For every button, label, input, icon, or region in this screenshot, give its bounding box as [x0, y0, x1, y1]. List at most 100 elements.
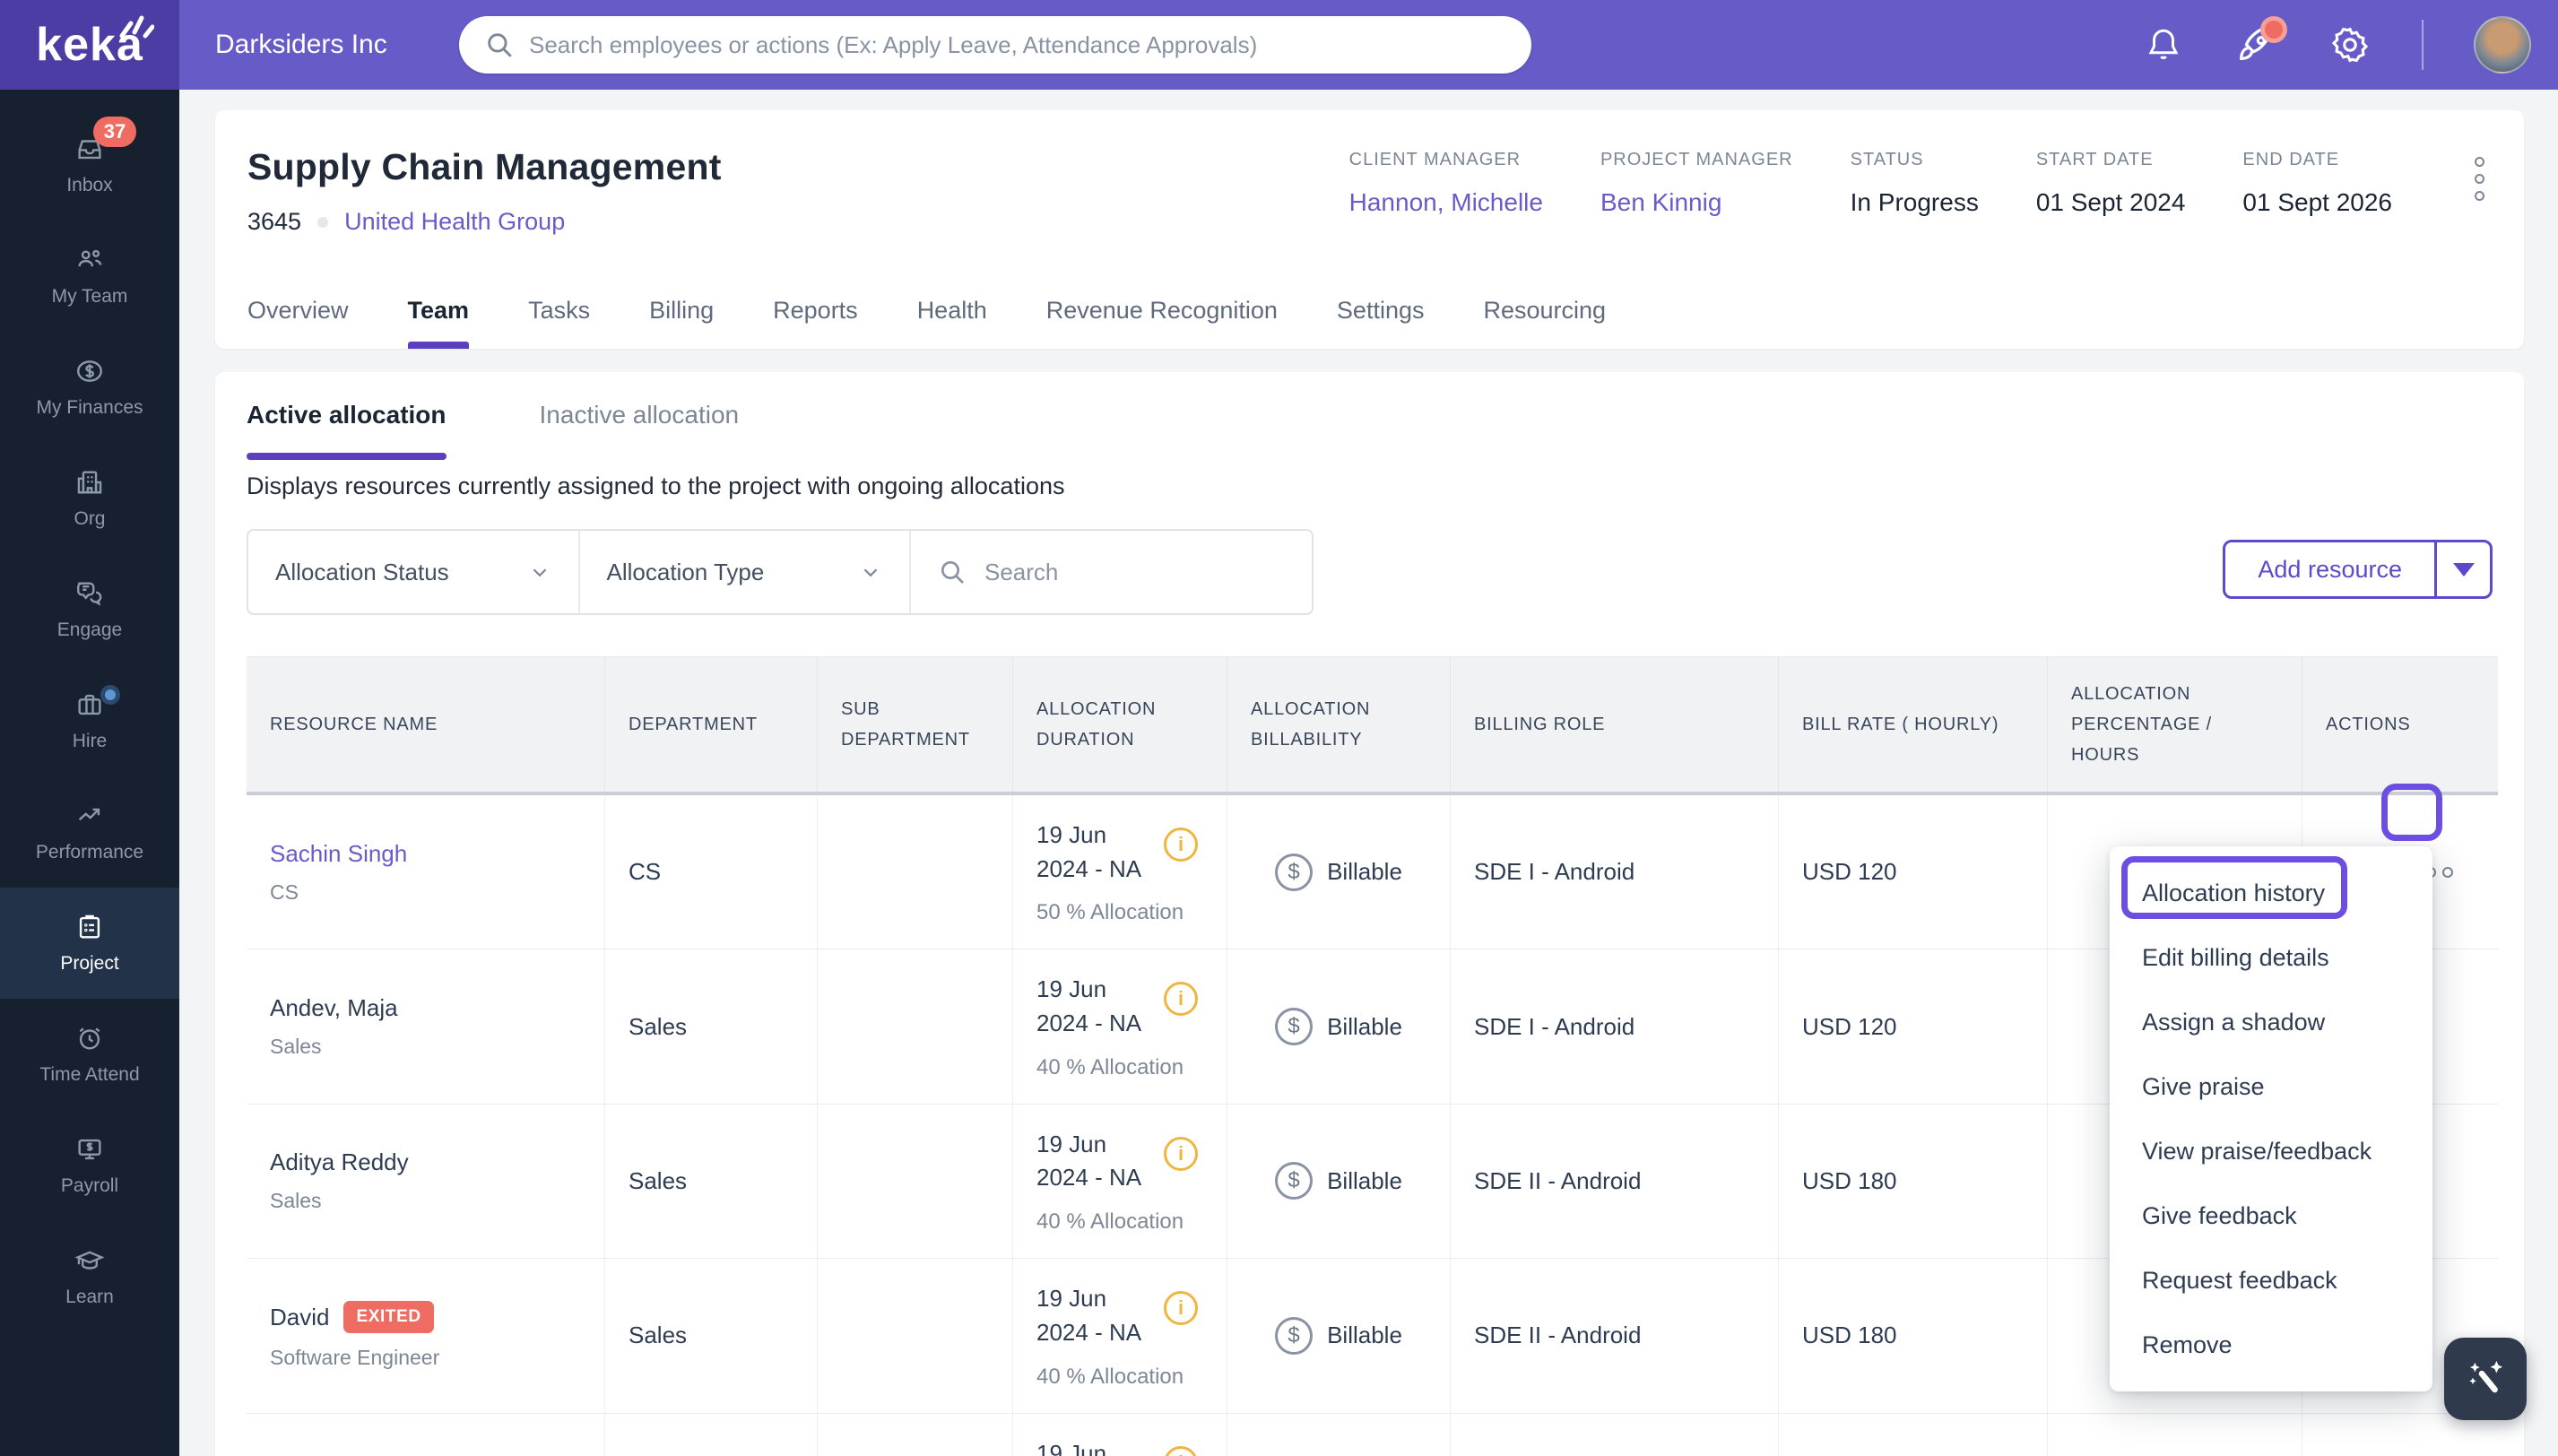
sidebar-item-label: Engage	[56, 620, 123, 640]
table-row: Emily Johnson Graphics Designer Product.…	[247, 1413, 2498, 1456]
resource-name[interactable]: David EXITED	[270, 1301, 581, 1334]
tab-overview[interactable]: Overview	[247, 272, 349, 349]
table-search-box[interactable]	[911, 531, 1312, 613]
menu-item-assign-a-shadow[interactable]: Assign a shadow	[2110, 990, 2432, 1054]
sidebar-item-org[interactable]: Org	[0, 443, 179, 554]
allocation-type-dropdown[interactable]: Allocation Type	[580, 531, 911, 613]
topbar: keka Darksiders Inc	[0, 0, 2558, 90]
resource-name[interactable]: Andev, Maja	[270, 994, 581, 1022]
bell-icon[interactable]	[2142, 23, 2185, 66]
magic-wand-button[interactable]	[2444, 1338, 2527, 1420]
sidebar-item-my-team[interactable]: My Team	[0, 221, 179, 332]
info-icon[interactable]: i	[1164, 828, 1198, 862]
meta-label: END DATE	[2242, 150, 2340, 169]
info-icon[interactable]: i	[1164, 982, 1198, 1017]
building-icon	[77, 471, 102, 494]
menu-item-allocation-history[interactable]: Allocation history	[2110, 861, 2432, 925]
project-manager-link[interactable]: Ben Kinnig	[1600, 188, 1793, 217]
info-icon[interactable]: i	[1164, 1445, 1198, 1456]
avatar[interactable]	[2474, 16, 2531, 74]
resource-name[interactable]: Aditya Reddy	[270, 1148, 581, 1176]
global-search[interactable]	[459, 16, 1531, 74]
trend-icon	[78, 808, 100, 821]
menu-item-give-feedback[interactable]: Give feedback	[2110, 1183, 2432, 1248]
sidebar-item-my-finances[interactable]: My Finances	[0, 332, 179, 443]
sidebar-item-label: Time Attend	[39, 1064, 140, 1085]
sidebar-item-label: Org	[74, 508, 106, 529]
subtab-active-allocation[interactable]: Active allocation	[247, 401, 447, 460]
menu-item-remove[interactable]: Remove	[2110, 1313, 2432, 1377]
client-manager-link[interactable]: Hannon, Michelle	[1349, 188, 1543, 217]
sidebar-item-performance[interactable]: Performance	[0, 776, 179, 888]
sidebar-item-label: Hire	[72, 731, 108, 751]
rocket-icon[interactable]	[2235, 16, 2287, 66]
allocation-status-dropdown[interactable]: Allocation Status	[248, 531, 580, 613]
search-icon	[941, 561, 964, 584]
sidebar-item-label: My Team	[51, 286, 128, 307]
keka-logo[interactable]: keka	[0, 0, 179, 90]
table-header-row: RESOURCE NAME DEPARTMENT SUB DEPARTMENT …	[247, 656, 2498, 795]
add-resource-button[interactable]: Add resource	[2223, 540, 2493, 599]
sidebar-item-project[interactable]: Project	[0, 888, 179, 999]
company-name: Darksiders Inc	[215, 30, 387, 59]
alarm-icon	[79, 1027, 100, 1050]
resource-subtitle: Software Engineer	[270, 1346, 440, 1370]
subtab-inactive-allocation[interactable]: Inactive allocation	[540, 401, 740, 460]
duration-value: 19 Jun 2024 - NA	[1036, 821, 1142, 882]
tab-tasks[interactable]: Tasks	[528, 272, 590, 349]
chat-icon	[77, 582, 102, 606]
client-link[interactable]: United Health Group	[344, 208, 565, 236]
resource-subtitle: CS	[270, 880, 299, 904]
resource-name-link[interactable]: Sachin Singh	[270, 840, 581, 868]
duration-value: 19 Jun 2024 - NA	[1036, 975, 1142, 1037]
status-value: In Progress	[1850, 188, 1979, 216]
allocation-percent: 40 % Allocation	[1036, 1209, 1184, 1235]
meta-start-date: START DATE 01 Sept 2024	[2036, 150, 2186, 236]
hire-indicator-dot	[100, 685, 120, 705]
info-icon[interactable]: i	[1164, 1291, 1198, 1326]
sidebar-item-engage[interactable]: Engage	[0, 554, 179, 665]
bill-rate-value: USD 180	[1802, 1166, 1897, 1194]
allocation-type-label: Allocation Type	[606, 558, 765, 585]
add-resource-dropdown-toggle[interactable]	[2434, 542, 2490, 596]
sidebar-item-label: Project	[60, 953, 119, 974]
topbar-divider	[2422, 20, 2424, 70]
table-search-input[interactable]	[984, 558, 1285, 586]
rocket-notification-dot	[2260, 16, 2287, 43]
sidebar-item-payroll[interactable]: Payroll	[0, 1110, 179, 1221]
sidebar-item-inbox[interactable]: Inbox 37	[0, 109, 179, 221]
global-search-input[interactable]	[529, 30, 1506, 59]
bill-rate-value: USD 180	[1802, 1322, 1897, 1349]
gear-icon[interactable]	[2328, 23, 2372, 66]
sidebar-item-time-attend[interactable]: Time Attend	[0, 999, 179, 1110]
project-kebab-menu-icon[interactable]	[2475, 150, 2484, 236]
tab-resourcing[interactable]: Resourcing	[1483, 272, 1606, 349]
menu-item-view-praise-feedback[interactable]: View praise/feedback	[2110, 1119, 2432, 1183]
tab-billing[interactable]: Billing	[649, 272, 714, 349]
tab-health[interactable]: Health	[917, 272, 987, 349]
info-icon[interactable]: i	[1164, 1136, 1198, 1171]
menu-item-edit-billing-details[interactable]: Edit billing details	[2110, 925, 2432, 990]
department-value: Sales	[629, 1322, 688, 1349]
project-code: 3645	[247, 208, 302, 235]
allocation-percent: 40 % Allocation	[1036, 1054, 1184, 1079]
tab-settings[interactable]: Settings	[1337, 272, 1425, 349]
sidebar-item-label: My Finances	[36, 397, 143, 418]
col-bill-rate: BILL RATE ( HOURLY)	[1779, 657, 2048, 792]
sidebar-item-learn[interactable]: Learn	[0, 1221, 179, 1332]
billability-value: Billable	[1327, 1322, 1402, 1349]
sidebar: Inbox 37 My Team My Finances Org Engage …	[0, 90, 179, 1456]
menu-item-request-feedback[interactable]: Request feedback	[2110, 1248, 2432, 1313]
add-resource-label: Add resource	[2258, 555, 2402, 583]
tab-reports[interactable]: Reports	[773, 272, 858, 349]
billability-value: Billable	[1327, 858, 1402, 886]
menu-item-give-praise[interactable]: Give praise	[2110, 1054, 2432, 1119]
meta-project-manager: PROJECT MANAGER Ben Kinnig	[1600, 150, 1793, 236]
project-header-card: Supply Chain Management 3645 United Heal…	[215, 110, 2524, 349]
tab-revenue-recognition[interactable]: Revenue Recognition	[1046, 272, 1278, 349]
tab-team[interactable]: Team	[407, 272, 469, 349]
meta-label: PROJECT MANAGER	[1600, 150, 1793, 169]
allocation-subtabs: Active allocation Inactive allocation	[247, 401, 2493, 460]
inbox-badge: 37	[93, 117, 136, 147]
sidebar-item-hire[interactable]: Hire	[0, 665, 179, 776]
